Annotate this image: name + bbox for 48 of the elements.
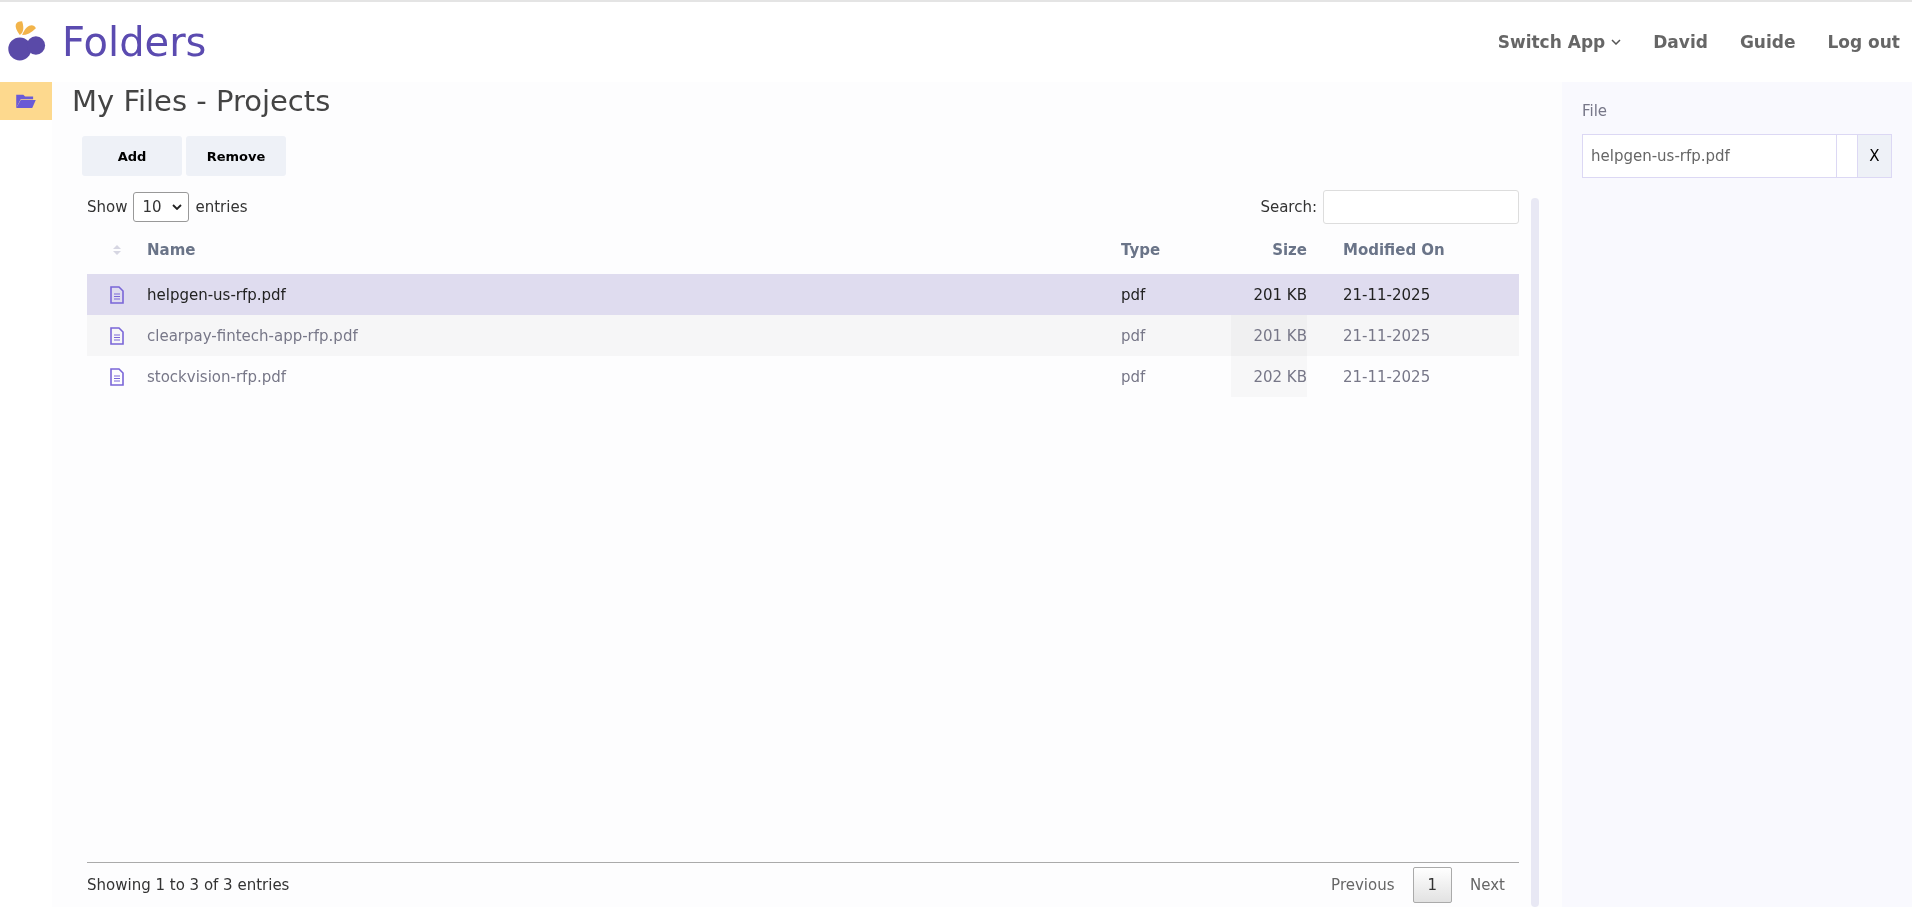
- entries-select[interactable]: 10: [133, 192, 190, 222]
- file-type: pdf: [1121, 284, 1147, 306]
- table-info: Showing 1 to 3 of 3 entries: [87, 876, 290, 894]
- document-icon: [110, 326, 124, 345]
- action-button[interactable]: Remove: [186, 136, 286, 176]
- file-name: clearpay-fintech-app-rfp.pdf: [147, 325, 359, 347]
- file-size: 201 KB: [1252, 284, 1307, 306]
- previous-link[interactable]: Previous: [1317, 868, 1409, 902]
- page-button[interactable]: 1: [1412, 867, 1453, 903]
- nav-link[interactable]: David: [1653, 32, 1708, 52]
- chevron-down-icon: [172, 204, 183, 210]
- document-icon: [110, 285, 124, 304]
- file-type: pdf: [1121, 366, 1147, 388]
- file-size: 202 KB: [1231, 356, 1307, 397]
- sort-icon: [112, 244, 122, 256]
- modified-date: 21-11-2025: [1342, 366, 1432, 388]
- document-icon: [110, 367, 124, 386]
- page-title: My Files - Projects: [72, 83, 332, 120]
- file-row[interactable]: stockvision-rfp.pdf pdf 202 KB 21-11-2025: [87, 356, 1519, 397]
- field-label: File: [1582, 102, 1609, 120]
- file-size: 201 KB: [1231, 315, 1307, 356]
- file-name: stockvision-rfp.pdf: [147, 366, 288, 388]
- file-row[interactable]: clearpay-fintech-app-rfp.pdf pdf 201 KB 21-11-2025: [87, 315, 1519, 356]
- file-field[interactable]: helpgen-us-rfp.pdf: [1582, 134, 1837, 178]
- next-link[interactable]: Next: [1456, 868, 1519, 902]
- show-label: Show: [87, 198, 128, 216]
- file-row[interactable]: helpgen-us-rfp.pdf pdf 201 KB 21-11-2025: [87, 274, 1519, 315]
- field-addon: [1837, 134, 1858, 178]
- column-header[interactable]: Size: [1231, 241, 1307, 259]
- file-type: pdf: [1121, 325, 1147, 347]
- modified-date: 21-11-2025: [1342, 284, 1432, 306]
- action-button[interactable]: Add: [82, 136, 182, 176]
- folder-icon: [15, 93, 37, 109]
- app-title: Folders: [62, 19, 207, 65]
- column-header[interactable]: Modified On: [1307, 241, 1519, 259]
- file-name: helpgen-us-rfp.pdf: [147, 284, 287, 306]
- search-label: Search:: [1260, 198, 1317, 216]
- modified-date: 21-11-2025: [1342, 325, 1432, 347]
- nav-link[interactable]: Guide: [1739, 32, 1796, 52]
- chevron-down-icon: [1611, 39, 1622, 45]
- nav-link[interactable]: Switch App: [1497, 32, 1622, 52]
- folder-tab[interactable]: [0, 82, 52, 120]
- search-field[interactable]: [1323, 190, 1519, 224]
- column-header[interactable]: Type: [1121, 241, 1231, 259]
- nav-link[interactable]: Log out: [1827, 32, 1900, 52]
- entries-label: entries: [195, 198, 248, 216]
- clear-button[interactable]: X: [1858, 134, 1892, 178]
- column-header[interactable]: Name: [147, 241, 1121, 259]
